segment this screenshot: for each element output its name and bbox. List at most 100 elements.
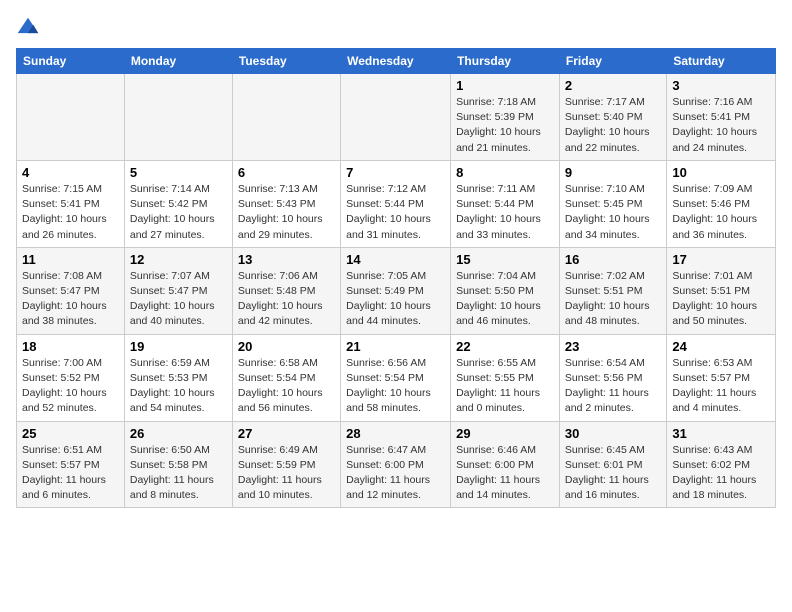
day-number: 20 — [238, 339, 335, 354]
calendar-day-cell: 9 Sunrise: 7:10 AM Sunset: 5:45 PM Daylig… — [559, 160, 666, 247]
calendar-day-cell: 12 Sunrise: 7:07 AM Sunset: 5:47 PM Dayli… — [124, 247, 232, 334]
calendar-week-row: 18Sunrise: 7:00 AM Sunset: 5:52 PM Dayli… — [17, 334, 776, 421]
day-info: Sunrise: 7:02 AM Sunset: 5:51 PM Dayligh… — [565, 269, 661, 330]
calendar-week-row: 1 Sunrise: 7:18 AM Sunset: 5:39 PM Daylig… — [17, 74, 776, 161]
day-info: Sunrise: 7:15 AM Sunset: 5:41 PM Dayligh… — [22, 182, 119, 243]
day-info: Sunrise: 7:16 AM Sunset: 5:41 PM Dayligh… — [672, 95, 770, 156]
calendar-week-row: 25 Sunrise: 6:51 AM Sunset: 5:57 PM Dayli… — [17, 421, 776, 508]
calendar-day-cell — [124, 74, 232, 161]
calendar-day-cell: 4 Sunrise: 7:15 AM Sunset: 5:41 PM Daylig… — [17, 160, 125, 247]
calendar-day-cell: 17 Sunrise: 7:01 AM Sunset: 5:51 PM Dayli… — [667, 247, 776, 334]
day-info: Sunrise: 7:04 AM Sunset: 5:50 PM Dayligh… — [456, 269, 554, 330]
calendar-day-cell: 6Sunrise: 7:13 AM Sunset: 5:43 PM Daylig… — [232, 160, 340, 247]
day-number: 30 — [565, 426, 661, 441]
day-number: 13 — [238, 252, 335, 267]
day-number: 17 — [672, 252, 770, 267]
calendar-day-cell: 8 Sunrise: 7:11 AM Sunset: 5:44 PM Daylig… — [451, 160, 560, 247]
day-info: Sunrise: 7:01 AM Sunset: 5:51 PM Dayligh… — [672, 269, 770, 330]
calendar-body: 1 Sunrise: 7:18 AM Sunset: 5:39 PM Daylig… — [17, 74, 776, 508]
calendar-day-cell: 24 Sunrise: 6:53 AM Sunset: 5:57 PM Dayli… — [667, 334, 776, 421]
day-number: 9 — [565, 165, 661, 180]
day-number: 22 — [456, 339, 554, 354]
day-of-week-header: Wednesday — [341, 49, 451, 74]
day-info: Sunrise: 7:11 AM Sunset: 5:44 PM Dayligh… — [456, 182, 554, 243]
logo — [16, 16, 44, 40]
calendar-day-cell: 19 Sunrise: 6:59 AM Sunset: 5:53 PM Dayli… — [124, 334, 232, 421]
day-info: Sunrise: 7:14 AM Sunset: 5:42 PM Dayligh… — [130, 182, 227, 243]
day-number: 2 — [565, 78, 661, 93]
calendar-day-cell: 21 Sunrise: 6:56 AM Sunset: 5:54 PM Dayli… — [341, 334, 451, 421]
calendar-day-cell: 27Sunrise: 6:49 AM Sunset: 5:59 PM Dayli… — [232, 421, 340, 508]
page-header — [16, 16, 776, 40]
calendar-day-cell: 20Sunrise: 6:58 AM Sunset: 5:54 PM Dayli… — [232, 334, 340, 421]
calendar-day-cell: 29 Sunrise: 6:46 AM Sunset: 6:00 PM Dayli… — [451, 421, 560, 508]
day-of-week-header: Friday — [559, 49, 666, 74]
day-info: Sunrise: 7:05 AM Sunset: 5:49 PM Dayligh… — [346, 269, 445, 330]
day-info: Sunrise: 7:06 AM Sunset: 5:48 PM Dayligh… — [238, 269, 335, 330]
calendar-day-cell — [341, 74, 451, 161]
day-of-week-header: Tuesday — [232, 49, 340, 74]
day-number: 31 — [672, 426, 770, 441]
day-info: Sunrise: 6:50 AM Sunset: 5:58 PM Dayligh… — [130, 443, 227, 504]
day-info: Sunrise: 6:59 AM Sunset: 5:53 PM Dayligh… — [130, 356, 227, 417]
day-info: Sunrise: 6:43 AM Sunset: 6:02 PM Dayligh… — [672, 443, 770, 504]
day-number: 10 — [672, 165, 770, 180]
day-number: 28 — [346, 426, 445, 441]
days-of-week-row: SundayMondayTuesdayWednesdayThursdayFrid… — [17, 49, 776, 74]
calendar-day-cell: 22 Sunrise: 6:55 AM Sunset: 5:55 PM Dayli… — [451, 334, 560, 421]
day-number: 11 — [22, 252, 119, 267]
calendar-table: SundayMondayTuesdayWednesdayThursdayFrid… — [16, 48, 776, 508]
calendar-day-cell: 31 Sunrise: 6:43 AM Sunset: 6:02 PM Dayli… — [667, 421, 776, 508]
day-info: Sunrise: 7:08 AM Sunset: 5:47 PM Dayligh… — [22, 269, 119, 330]
day-number: 21 — [346, 339, 445, 354]
day-number: 19 — [130, 339, 227, 354]
day-info: Sunrise: 7:00 AM Sunset: 5:52 PM Dayligh… — [22, 356, 119, 417]
calendar-day-cell: 28 Sunrise: 6:47 AM Sunset: 6:00 PM Dayli… — [341, 421, 451, 508]
day-info: Sunrise: 7:10 AM Sunset: 5:45 PM Dayligh… — [565, 182, 661, 243]
day-number: 15 — [456, 252, 554, 267]
calendar-day-cell: 7 Sunrise: 7:12 AM Sunset: 5:44 PM Daylig… — [341, 160, 451, 247]
calendar-day-cell: 2 Sunrise: 7:17 AM Sunset: 5:40 PM Daylig… — [559, 74, 666, 161]
day-number: 14 — [346, 252, 445, 267]
calendar-day-cell: 23Sunrise: 6:54 AM Sunset: 5:56 PM Dayli… — [559, 334, 666, 421]
calendar-day-cell: 16 Sunrise: 7:02 AM Sunset: 5:51 PM Dayli… — [559, 247, 666, 334]
day-of-week-header: Sunday — [17, 49, 125, 74]
calendar-day-cell: 30 Sunrise: 6:45 AM Sunset: 6:01 PM Dayli… — [559, 421, 666, 508]
day-number: 23 — [565, 339, 661, 354]
day-number: 4 — [22, 165, 119, 180]
day-info: Sunrise: 6:46 AM Sunset: 6:00 PM Dayligh… — [456, 443, 554, 504]
day-info: Sunrise: 7:12 AM Sunset: 5:44 PM Dayligh… — [346, 182, 445, 243]
calendar-day-cell: 1 Sunrise: 7:18 AM Sunset: 5:39 PM Daylig… — [451, 74, 560, 161]
day-number: 24 — [672, 339, 770, 354]
day-info: Sunrise: 6:47 AM Sunset: 6:00 PM Dayligh… — [346, 443, 445, 504]
day-info: Sunrise: 6:56 AM Sunset: 5:54 PM Dayligh… — [346, 356, 445, 417]
day-info: Sunrise: 6:45 AM Sunset: 6:01 PM Dayligh… — [565, 443, 661, 504]
day-number: 26 — [130, 426, 227, 441]
day-of-week-header: Monday — [124, 49, 232, 74]
day-number: 6 — [238, 165, 335, 180]
calendar-day-cell: 25 Sunrise: 6:51 AM Sunset: 5:57 PM Dayli… — [17, 421, 125, 508]
calendar-day-cell: 26 Sunrise: 6:50 AM Sunset: 5:58 PM Dayli… — [124, 421, 232, 508]
day-of-week-header: Thursday — [451, 49, 560, 74]
day-number: 16 — [565, 252, 661, 267]
day-info: Sunrise: 6:51 AM Sunset: 5:57 PM Dayligh… — [22, 443, 119, 504]
day-number: 7 — [346, 165, 445, 180]
calendar-day-cell: 15 Sunrise: 7:04 AM Sunset: 5:50 PM Dayli… — [451, 247, 560, 334]
day-number: 8 — [456, 165, 554, 180]
day-number: 29 — [456, 426, 554, 441]
day-of-week-header: Saturday — [667, 49, 776, 74]
day-number: 25 — [22, 426, 119, 441]
day-info: Sunrise: 7:07 AM Sunset: 5:47 PM Dayligh… — [130, 269, 227, 330]
day-info: Sunrise: 7:09 AM Sunset: 5:46 PM Dayligh… — [672, 182, 770, 243]
calendar-day-cell: 18Sunrise: 7:00 AM Sunset: 5:52 PM Dayli… — [17, 334, 125, 421]
day-number: 1 — [456, 78, 554, 93]
day-number: 27 — [238, 426, 335, 441]
calendar-day-cell: 5Sunrise: 7:14 AM Sunset: 5:42 PM Daylig… — [124, 160, 232, 247]
day-number: 12 — [130, 252, 227, 267]
day-info: Sunrise: 6:53 AM Sunset: 5:57 PM Dayligh… — [672, 356, 770, 417]
day-info: Sunrise: 6:55 AM Sunset: 5:55 PM Dayligh… — [456, 356, 554, 417]
day-info: Sunrise: 7:18 AM Sunset: 5:39 PM Dayligh… — [456, 95, 554, 156]
logo-icon — [16, 16, 40, 40]
calendar-week-row: 11 Sunrise: 7:08 AM Sunset: 5:47 PM Dayli… — [17, 247, 776, 334]
day-info: Sunrise: 7:17 AM Sunset: 5:40 PM Dayligh… — [565, 95, 661, 156]
